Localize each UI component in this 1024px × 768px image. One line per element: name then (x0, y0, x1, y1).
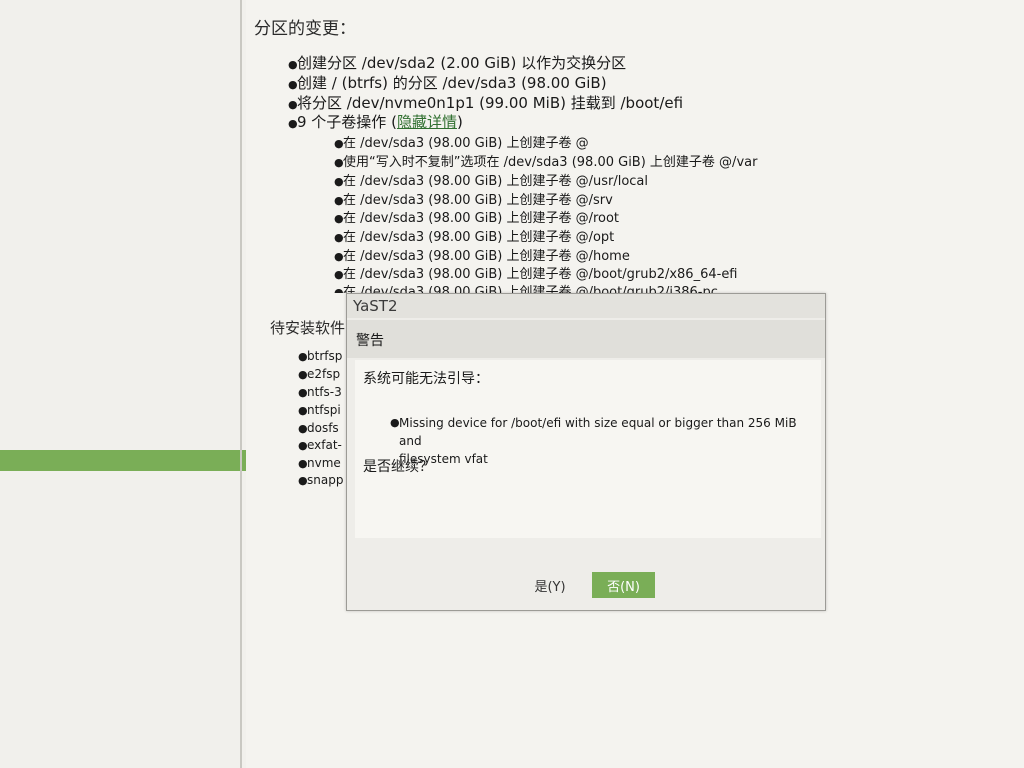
bullet-icon: ● (298, 386, 308, 399)
subvolume-item: ●使用“写入时不复制”选项在 /dev/sda3 (98.00 GiB) 上创建… (334, 151, 757, 170)
bullet-icon: ● (334, 268, 344, 281)
bullet-icon: ● (334, 194, 344, 207)
subvolume-item: ●在 /dev/sda3 (98.00 GiB) 上创建子卷 @/usr/loc… (334, 170, 648, 189)
package-label: ntfspi (307, 403, 341, 417)
partition-item: ●创建分区 /dev/sda2 (2.00 GiB) 以作为交换分区 (288, 52, 626, 73)
partition-item: ●将分区 /dev/nvme0n1p1 (99.00 MiB) 挂载到 /boo… (288, 92, 683, 113)
dialog-heading: 警告 (356, 333, 384, 349)
sidebar (0, 0, 258, 768)
subvolume-item-label: 在 /dev/sda3 (98.00 GiB) 上创建子卷 @/root (343, 211, 620, 226)
subvolume-summary-label: 9 个子卷操作 ( (297, 113, 397, 131)
bullet-icon: ● (334, 156, 344, 169)
subvolume-item-label: 在 /dev/sda3 (98.00 GiB) 上创建子卷 @ (343, 136, 589, 151)
subvolume-item: ●在 /dev/sda3 (98.00 GiB) 上创建子卷 @/boot/gr… (334, 263, 738, 282)
sidebar-active-step[interactable] (0, 450, 258, 471)
package-item: ●exfat- (298, 438, 344, 452)
subvolume-item-label: 在 /dev/sda3 (98.00 GiB) 上创建子卷 @/boot/gru… (343, 285, 718, 293)
package-label: ntfs-3 (307, 385, 342, 399)
bullet-icon: ● (334, 137, 344, 150)
no-button[interactable]: 否(N) (592, 572, 655, 598)
bullet-icon: ● (288, 98, 298, 111)
dialog-question: 是否继续？ (363, 459, 433, 475)
bullet-icon: ● (334, 212, 344, 225)
subvolume-item: ●在 /dev/sda3 (98.00 GiB) 上创建子卷 @/boot/gr… (334, 281, 718, 293)
partition-changes-title: 分区的变更： (254, 19, 356, 39)
dialog-lead-text: 系统可能无法引导： (363, 371, 489, 387)
subvolume-item-label: 在 /dev/sda3 (98.00 GiB) 上创建子卷 @/srv (343, 193, 613, 208)
hide-details-link[interactable]: 隐藏详情 (397, 113, 457, 131)
subvolume-item: ●在 /dev/sda3 (98.00 GiB) 上创建子卷 @/home (334, 245, 630, 264)
dialog-message-area: 系统可能无法引导： ● Missing device for /boot/efi… (355, 360, 821, 538)
subvolume-item-label: 在 /dev/sda3 (98.00 GiB) 上创建子卷 @/usr/loca… (343, 174, 648, 189)
bullet-icon: ● (334, 175, 344, 188)
partition-item-label: 创建 / (btrfs) 的分区 /dev/sda3 (98.00 GiB) (297, 74, 607, 92)
bullet-icon: ● (288, 58, 298, 71)
package-item: ●ntfspi (298, 403, 344, 417)
bullet-icon: ● (298, 422, 308, 435)
bullet-icon: ● (298, 457, 308, 470)
bullet-icon: ● (390, 416, 400, 429)
subvolume-item: ●在 /dev/sda3 (98.00 GiB) 上创建子卷 @/srv (334, 189, 613, 208)
bullet-icon: ● (334, 250, 344, 263)
bullet-icon: ● (334, 286, 344, 293)
subvolume-item-label: 使用“写入时不复制”选项在 /dev/sda3 (98.00 GiB) 上创建子… (343, 155, 758, 170)
package-item: ●dosfs (298, 421, 344, 435)
subvolume-item-label: 在 /dev/sda3 (98.00 GiB) 上创建子卷 @/home (343, 249, 630, 264)
yes-button[interactable]: 是(Y) (523, 572, 577, 598)
package-label: btrfsp (307, 349, 343, 363)
subvolume-item: ●在 /dev/sda3 (98.00 GiB) 上创建子卷 @/opt (334, 226, 614, 245)
package-label: dosfs (307, 421, 339, 435)
package-label: exfat- (307, 438, 342, 452)
warning-dialog: YaST2 警告 系统可能无法引导： ● Missing device for … (346, 293, 826, 611)
bullet-icon: ● (288, 78, 298, 91)
package-label: nvme (307, 456, 341, 470)
dialog-message-line1: Missing device for /boot/efi with size e… (399, 416, 797, 448)
sidebar-divider (240, 0, 242, 768)
bullet-icon: ● (334, 231, 344, 244)
bullet-icon: ● (298, 439, 308, 452)
package-item: ●snapp (298, 473, 344, 487)
partition-item-label: 将分区 /dev/nvme0n1p1 (99.00 MiB) 挂载到 /boot… (297, 94, 684, 112)
package-item: ●btrfsp (298, 349, 344, 363)
package-item: ●nvme (298, 456, 344, 470)
bullet-icon: ● (298, 404, 308, 417)
partition-item: ●创建 / (btrfs) 的分区 /dev/sda3 (98.00 GiB) (288, 72, 607, 93)
bullet-icon: ● (298, 350, 308, 363)
bullet-icon: ● (298, 474, 308, 487)
subvolume-item: ●在 /dev/sda3 (98.00 GiB) 上创建子卷 @ (334, 132, 589, 151)
dialog-heading-bar: 警告 (347, 320, 825, 358)
package-label: snapp (307, 473, 344, 487)
subvolume-item: ●在 /dev/sda3 (98.00 GiB) 上创建子卷 @/root (334, 207, 619, 226)
subvolume-item-label: 在 /dev/sda3 (98.00 GiB) 上创建子卷 @/boot/gru… (343, 267, 738, 282)
dialog-title: YaST2 (353, 297, 398, 315)
bullet-icon: ● (298, 368, 308, 381)
partition-item-label: 创建分区 /dev/sda2 (2.00 GiB) 以作为交换分区 (297, 54, 627, 72)
packages-title: 待安装软件 (270, 319, 346, 337)
subvolume-summary-close: ) (456, 113, 463, 131)
subvolume-summary-item: ●9 个子卷操作 (隐藏详情) (288, 111, 463, 132)
bullet-icon: ● (288, 117, 298, 130)
package-item: ●ntfs-3 (298, 385, 344, 399)
subvolume-item-label: 在 /dev/sda3 (98.00 GiB) 上创建子卷 @/opt (343, 230, 615, 245)
package-item: ●e2fsp (298, 367, 344, 381)
dialog-message: ● Missing device for /boot/efi with size… (390, 414, 809, 468)
package-label: e2fsp (307, 367, 341, 381)
dialog-titlebar[interactable]: YaST2 (347, 294, 825, 318)
